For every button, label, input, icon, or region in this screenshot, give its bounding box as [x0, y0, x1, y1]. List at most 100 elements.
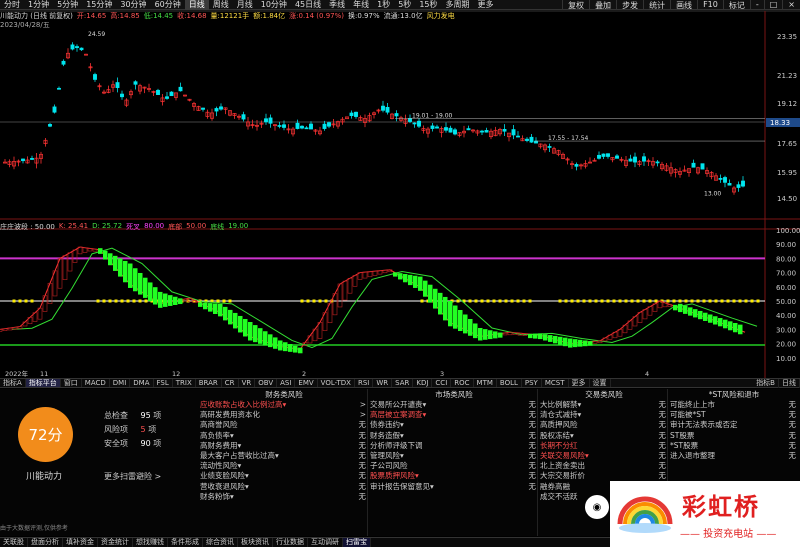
more-scan-link[interactable]: 更多扫雷避险 > — [104, 471, 161, 482]
period-tab[interactable]: 45日线 — [291, 0, 325, 10]
risk-item[interactable]: 高财务费用▾ 无 — [200, 441, 368, 451]
indicator-tab[interactable]: TRIX — [173, 379, 196, 387]
risk-item[interactable]: 可能终止上市 无 — [670, 400, 798, 410]
risk-item[interactable]: 高商誉风险无 — [200, 420, 368, 430]
period-tab[interactable]: 15分钟 — [82, 0, 116, 10]
risk-item[interactable]: 业绩变脸风险▾ 无 — [200, 471, 368, 481]
period-tab[interactable]: 10分钟 — [257, 0, 291, 10]
period-tab[interactable]: 1秒 — [373, 0, 394, 10]
indicator-tab[interactable]: MTM — [474, 379, 497, 387]
toolbar-button[interactable]: F10 — [697, 0, 723, 10]
risk-item[interactable]: 清仓式减持▾ 无 — [540, 410, 668, 420]
toolbar-button[interactable]: 叠加 — [589, 0, 616, 10]
toolbar-button[interactable]: 画线 — [670, 0, 697, 10]
risk-item[interactable]: 股票质押风险▾ 无 — [370, 471, 538, 481]
period-tab[interactable]: 年线 — [349, 0, 373, 10]
period-tab[interactable]: 5秒 — [394, 0, 415, 10]
period-tab[interactable]: 分时 — [0, 0, 24, 10]
indicator-tab[interactable]: OBV — [255, 379, 278, 387]
bottom-tab[interactable]: 条件形成 — [168, 538, 203, 547]
risk-item[interactable]: 审计无法表示或否定 无 — [670, 420, 798, 430]
indicator-tab[interactable]: FSL — [154, 379, 173, 387]
period-tab[interactable]: 1分钟 — [24, 0, 53, 10]
period-tab[interactable]: 30分钟 — [116, 0, 150, 10]
indicator-tab[interactable]: MCST — [542, 379, 569, 387]
risk-item[interactable]: 北上资金卖出无 — [540, 461, 668, 471]
risk-item[interactable]: 财务粉饰▾ 无 — [200, 492, 368, 502]
indicator-tab[interactable]: ROC — [451, 379, 474, 387]
risk-item[interactable]: 债券违约▾ 无 — [370, 420, 538, 430]
toolbar-button[interactable]: 复权 — [562, 0, 589, 10]
risk-item[interactable]: 交易所公开谴责▾ 无 — [370, 400, 538, 410]
risk-item[interactable]: 分析师评级下调无 — [370, 441, 538, 451]
indicator-tab-right[interactable]: 日线 — [779, 379, 800, 388]
risk-item[interactable]: ST股票 无 — [670, 431, 798, 441]
risk-item[interactable]: 可能被*ST 无 — [670, 410, 798, 420]
indicator-tab[interactable]: RSI — [355, 379, 374, 387]
bottom-tab[interactable]: 盘面分析 — [28, 538, 63, 547]
indicator-tab[interactable]: WR — [373, 379, 393, 387]
indicator-tab[interactable]: 设置 — [590, 379, 611, 387]
risk-item[interactable]: 营收衰退风险▾ 无 — [200, 482, 368, 492]
bottom-tab[interactable]: 扫雷宝 — [343, 538, 371, 547]
indicator-tab[interactable]: PSY — [522, 379, 542, 387]
indicator-tab[interactable]: 指标平台 — [25, 379, 61, 387]
indicator-tab[interactable]: ASI — [277, 379, 296, 387]
indicator-tab[interactable]: CR — [222, 379, 239, 387]
indicator-tab[interactable]: DMI — [110, 379, 131, 387]
risk-item[interactable]: 最大客户占营收比过高▾ 无 — [200, 451, 368, 461]
risk-item[interactable]: 审计报告保留意见▾ 无 — [370, 482, 538, 492]
period-tab[interactable]: 日线 — [184, 0, 209, 10]
risk-item[interactable]: 流动性风险▾ 无 — [200, 461, 368, 471]
indicator-tab[interactable]: EMV — [295, 379, 318, 387]
period-tab[interactable]: 5分钟 — [53, 0, 82, 10]
bottom-tab[interactable]: 行业数据 — [273, 538, 308, 547]
bottom-tab[interactable]: 填补资金 — [63, 538, 98, 547]
period-tab[interactable]: 多周期 — [442, 0, 474, 10]
indicator-tab[interactable]: CCI — [432, 379, 452, 387]
bottom-tab[interactable]: 想找赚钱 — [133, 538, 168, 547]
indicator-tab[interactable]: DMA — [130, 379, 154, 387]
bottom-tab[interactable]: 板块资讯 — [238, 538, 273, 547]
risk-item[interactable]: 应收账款占收入比例过高▾ > — [200, 400, 368, 410]
period-tab[interactable]: 周线 — [209, 0, 233, 10]
indicator-tab-right[interactable]: 指标B — [753, 379, 779, 388]
bottom-tab[interactable]: 综合资讯 — [203, 538, 238, 547]
risk-item[interactable]: 高负债率▾ 无 — [200, 431, 368, 441]
indicator-tab[interactable]: 窗口 — [61, 379, 82, 387]
indicator-tab[interactable]: 更多 — [569, 379, 590, 387]
risk-item[interactable]: 长期不分红无 — [540, 441, 668, 451]
indicator-tab[interactable]: VR — [239, 379, 256, 387]
risk-item[interactable]: *ST股票 无 — [670, 441, 798, 451]
period-tab[interactable]: 季线 — [325, 0, 349, 10]
risk-item[interactable]: 高层被立案调查▾ 无 — [370, 410, 538, 420]
risk-item[interactable]: 大宗交易折价无 — [540, 471, 668, 481]
indicator-tab[interactable]: KDJ — [413, 379, 433, 387]
toolbar-button[interactable]: 标记 — [722, 0, 750, 10]
toolbar-button[interactable]: 统计 — [643, 0, 670, 10]
bottom-tab[interactable]: 资金统计 — [98, 538, 133, 547]
indicator-tab[interactable]: MACD — [82, 379, 110, 387]
toolbar-button[interactable]: 步发 — [616, 0, 643, 10]
indicator-tab[interactable]: 指标A — [0, 379, 26, 387]
risk-item[interactable]: 高研发费用资本化 > — [200, 410, 368, 420]
bottom-tab[interactable]: 互动调研 — [308, 538, 343, 547]
period-tab[interactable]: 15秒 — [415, 0, 441, 10]
indicator-tab[interactable]: VOL-TDX — [318, 379, 355, 387]
toolbar-button[interactable]: □ — [763, 0, 783, 10]
risk-item[interactable]: 关联交易风险▾ 无 — [540, 451, 668, 461]
indicator-tab[interactable]: BOLL — [497, 379, 522, 387]
period-tab[interactable]: 更多 — [474, 0, 498, 10]
risk-item[interactable]: 财务造假▾ 无 — [370, 431, 538, 441]
risk-item[interactable]: 大比例解禁▾ 无 — [540, 400, 668, 410]
risk-item[interactable]: 高质押风险无 — [540, 420, 668, 430]
indicator-tab[interactable]: SAR — [392, 379, 414, 387]
toolbar-button[interactable]: - — [749, 0, 764, 10]
indicator-tab[interactable]: BRAR — [196, 379, 222, 387]
period-tab[interactable]: 月线 — [233, 0, 257, 10]
toolbar-button[interactable]: × — [782, 0, 800, 10]
kline-chart[interactable]: 19.01 - 19.00 17.55 - 17.54 24.59 13.00 23.… — [0, 0, 800, 378]
period-tab[interactable]: 60分钟 — [151, 0, 185, 10]
risk-item[interactable]: 进入退市整理 无 — [670, 451, 798, 461]
risk-item[interactable]: 股权冻结▾ 无 — [540, 431, 668, 441]
